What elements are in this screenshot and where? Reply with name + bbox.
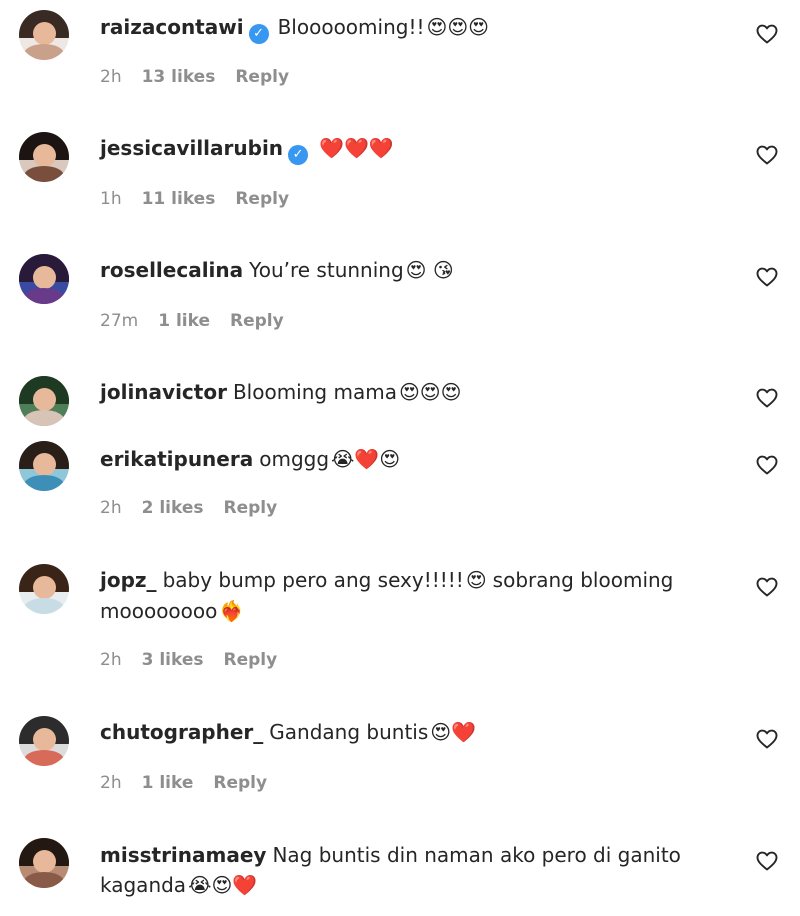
- comment-meta: 2h 1 like Reply: [100, 771, 287, 795]
- comment-time[interactable]: 1h: [100, 189, 122, 209]
- comment-likes[interactable]: 13 likes: [142, 67, 216, 87]
- comment-text: omggg: [259, 447, 330, 471]
- heart-outline-icon[interactable]: [755, 727, 779, 751]
- comment-username[interactable]: jolinavictor: [100, 380, 227, 404]
- heart-outline-icon[interactable]: [755, 453, 779, 477]
- heart-outline-icon[interactable]: [755, 386, 779, 410]
- comment-text: moooooooo: [100, 599, 218, 623]
- comment-emojis: 😭❤️😍: [331, 447, 401, 471]
- comment-likes[interactable]: 1 like: [158, 311, 210, 331]
- comment-time[interactable]: 2h: [100, 773, 122, 793]
- comment-username[interactable]: misstrinamaey: [100, 843, 266, 867]
- comment-likes[interactable]: 3 likes: [142, 650, 204, 670]
- avatar[interactable]: [19, 564, 69, 614]
- avatar[interactable]: [19, 441, 69, 491]
- reply-button[interactable]: Reply: [213, 773, 267, 793]
- comments-list: raizacontawi ✓ Bloooooming!! 😍😍😍 2h 13 likes…: [0, 0, 800, 916]
- comment-text: Nag buntis din naman ako pero di ganito: [272, 843, 681, 867]
- avatar[interactable]: [19, 838, 69, 888]
- comment-text-line: moooooooo ❤️‍🔥: [100, 596, 730, 626]
- comment-username[interactable]: rosellecalina: [100, 258, 243, 282]
- comment-meta: 27m 1 like Reply: [100, 309, 304, 333]
- comment-text: sobrang blooming: [492, 568, 674, 592]
- comment-text: Blooming mama: [232, 380, 397, 404]
- comment-text-line: erikatipunera omggg 😭❤️😍: [100, 444, 730, 474]
- heart-outline-icon[interactable]: [755, 575, 779, 599]
- reply-button[interactable]: Reply: [224, 498, 278, 518]
- comment-emojis: 😭😍❤️: [188, 873, 258, 897]
- reply-button[interactable]: Reply: [224, 650, 278, 670]
- comment-emojis: 😍😍😍: [426, 15, 490, 39]
- comment-text-line: misstrinamaey Nag buntis din naman ako pe…: [100, 840, 730, 870]
- comment-meta: 2h 3 likes Reply: [100, 648, 297, 672]
- comment-time[interactable]: 27m: [100, 311, 138, 331]
- reply-button[interactable]: Reply: [230, 311, 284, 331]
- comment-meta: 1h 11 likes Reply: [100, 187, 309, 211]
- comment-time[interactable]: 2h: [100, 498, 122, 518]
- comment-text-line: jolinavictor Blooming mama 😍😍😍: [100, 377, 730, 407]
- comment-text-line: kaganda 😭😍❤️: [100, 870, 730, 900]
- comment-likes[interactable]: 1 like: [142, 773, 194, 793]
- avatar[interactable]: [19, 716, 69, 766]
- comment-text: baby bump pero ang sexy!!!!!: [162, 568, 464, 592]
- comment-emojis: 😍: [465, 568, 487, 592]
- comment-emojis: ❤️‍🔥: [219, 599, 245, 623]
- heart-outline-icon[interactable]: [755, 265, 779, 289]
- comment-username[interactable]: jopz_: [100, 568, 157, 592]
- comment-meta: 2h 2 likes Reply: [100, 496, 297, 520]
- comment-likes[interactable]: 2 likes: [142, 498, 204, 518]
- reply-button[interactable]: Reply: [235, 189, 289, 209]
- comment-text-line: rosellecalina You’re stunning 😍 😘: [100, 255, 730, 285]
- comment-emojis: ❤️❤️❤️: [319, 136, 394, 160]
- comment-text-line: jessicavillarubin ✓ ❤️❤️❤️: [100, 133, 730, 165]
- comment-text-line: chutographer_ Gandang buntis 😍❤️: [100, 717, 730, 747]
- verified-badge-icon: ✓: [288, 145, 309, 165]
- comment-time[interactable]: 2h: [100, 67, 122, 87]
- comment-username[interactable]: erikatipunera: [100, 447, 253, 471]
- comment-likes[interactable]: 11 likes: [142, 189, 216, 209]
- avatar[interactable]: [19, 10, 69, 60]
- heart-outline-icon[interactable]: [755, 143, 779, 167]
- comment-meta: 2h 13 likes Reply: [100, 65, 309, 89]
- verified-badge-icon: ✓: [248, 24, 269, 44]
- comment-username[interactable]: raizacontawi: [100, 15, 244, 39]
- comment-text-line: raizacontawi ✓ Bloooooming!! 😍😍😍: [100, 12, 730, 44]
- heart-outline-icon[interactable]: [755, 22, 779, 46]
- reply-button[interactable]: Reply: [235, 67, 289, 87]
- heart-outline-icon[interactable]: [755, 849, 779, 873]
- comment-text: Bloooooming!!: [277, 15, 425, 39]
- comment-emojis: 😍❤️: [430, 720, 477, 744]
- comment-emojis: 😍😍😍: [398, 380, 462, 404]
- comment-text: You’re stunning: [249, 258, 404, 282]
- comment-username[interactable]: chutographer_: [100, 720, 263, 744]
- avatar[interactable]: [19, 132, 69, 182]
- comment-text: kaganda: [100, 873, 187, 897]
- comment-username[interactable]: jessicavillarubin: [100, 136, 283, 160]
- comment-text: Gandang buntis: [269, 720, 429, 744]
- comment-text-line: jopz_ baby bump pero ang sexy!!!!! 😍 sobran…: [100, 565, 730, 595]
- avatar[interactable]: [19, 376, 69, 426]
- avatar[interactable]: [19, 254, 69, 304]
- comment-emojis: 😍 😘: [405, 258, 454, 282]
- comment-time[interactable]: 2h: [100, 650, 122, 670]
